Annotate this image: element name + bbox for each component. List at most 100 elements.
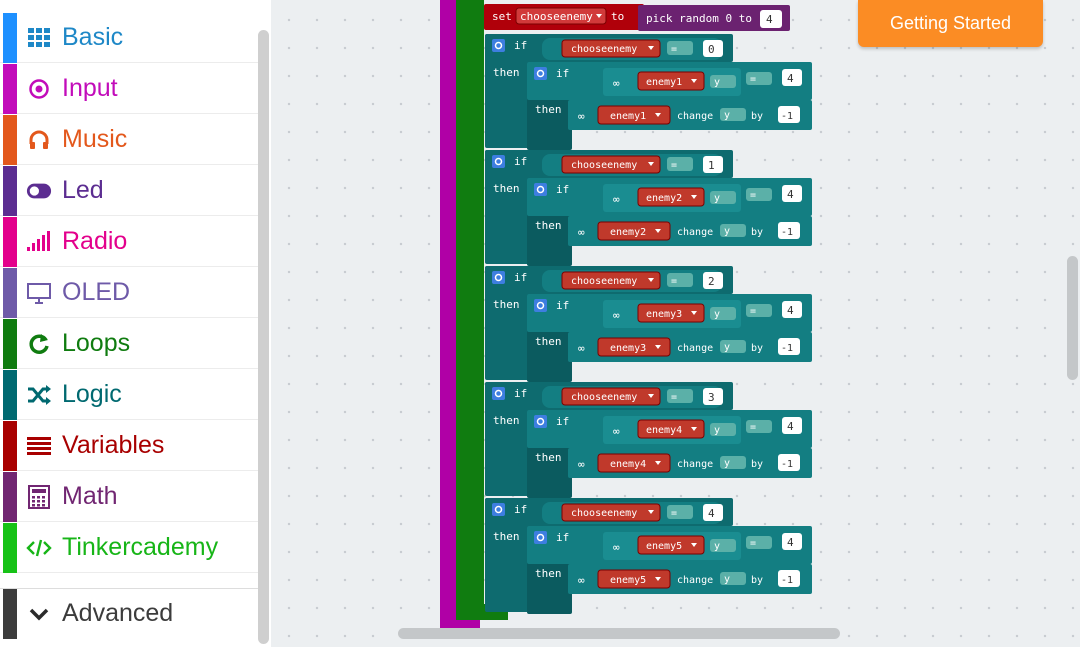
sprite-name: enemy4 — [646, 425, 682, 436]
blocks-workspace[interactable]: set chooseenemy to pick random 0 to 4 if choos… — [271, 0, 1080, 647]
then-keyword: then — [493, 414, 520, 427]
toolbox-category-basic[interactable]: Basic — [0, 13, 258, 63]
toolbox-category-input[interactable]: Input — [0, 64, 258, 114]
nested-if-block[interactable]: if∞ enemy4 y = 4then∞ enemy4 change y by -1 — [527, 410, 812, 498]
toolbox-category-math[interactable]: Math — [0, 472, 258, 522]
branch-index-value: 0 — [708, 43, 715, 56]
gear-icon[interactable] — [492, 271, 505, 284]
gear-icon[interactable] — [534, 183, 547, 196]
toolbox-category-tinkercademy[interactable]: Tinkercademy — [0, 523, 258, 573]
nested-if-block[interactable]: if∞ enemy2 y = 4then∞ enemy2 change y by -1 — [527, 178, 812, 266]
variable-name: chooseenemy — [520, 10, 593, 23]
toolbox-advanced[interactable]: Advanced — [0, 588, 258, 639]
shuffle-icon — [26, 383, 52, 407]
link-icon: ∞ — [613, 193, 620, 206]
by-keyword: by — [751, 111, 763, 122]
delta-value: -1 — [781, 459, 793, 470]
toolbox-category-label: Basic — [62, 23, 124, 51]
nested-if-block[interactable]: if∞ enemy3 y = 4then∞ enemy3 change y by -1 — [527, 294, 812, 382]
axis-label: y — [714, 541, 720, 552]
if-block[interactable]: if chooseenemy = 3 then if ∞ enemy4 y = 4 then ∞ enem… — [485, 382, 812, 498]
axis-label: y — [714, 425, 720, 436]
outer-event-block[interactable] — [440, 0, 456, 628]
by-keyword: by — [751, 227, 763, 238]
gear-icon[interactable] — [534, 299, 547, 312]
workspace-horizontal-scrollbar[interactable] — [398, 628, 840, 639]
sprite-name: enemy3 — [610, 343, 646, 354]
toolbox-category-led[interactable]: Led — [0, 166, 258, 216]
then-keyword: then — [493, 530, 520, 543]
code-icon — [26, 536, 52, 560]
category-color-bar — [3, 589, 17, 639]
sprite-name: enemy3 — [646, 309, 682, 320]
loop-block[interactable] — [456, 0, 484, 620]
axis-label: y — [724, 110, 730, 121]
set-keyword: set — [492, 10, 512, 23]
if-block[interactable]: if chooseenemy = 0 then if ∞ enemy1 y = 4 then ∞ enem… — [485, 34, 812, 150]
radio-target-icon — [26, 77, 52, 101]
change-by-block[interactable]: ∞ enemy3 change y by -1 — [568, 332, 812, 362]
by-keyword: by — [751, 343, 763, 354]
sprite-name: enemy2 — [646, 193, 682, 204]
change-keyword: change — [677, 227, 713, 238]
eq-operator: = — [750, 306, 756, 317]
threshold-value: 4 — [787, 420, 794, 433]
workspace-vertical-scrollbar[interactable] — [1067, 256, 1078, 380]
axis-label: y — [724, 342, 730, 353]
toolbox-category-label: Radio — [62, 227, 128, 255]
delta-value: -1 — [781, 343, 793, 354]
block-program[interactable]: set chooseenemy to pick random 0 to 4 if choos… — [271, 0, 1080, 647]
toolbox-category-radio[interactable]: Radio — [0, 217, 258, 267]
change-by-block[interactable]: ∞ enemy5 change y by -1 — [568, 564, 812, 594]
gear-icon[interactable] — [492, 155, 505, 168]
if-keyword: if — [556, 183, 569, 196]
axis-label: y — [724, 458, 730, 469]
if-block[interactable]: if chooseenemy = 1 then if ∞ enemy2 y = 4 then ∞ enem… — [485, 150, 812, 266]
branch-index-value: 2 — [708, 275, 715, 288]
category-color-bar — [3, 523, 17, 573]
if-keyword: if — [514, 387, 527, 400]
toolbox-category-loops[interactable]: Loops — [0, 319, 258, 369]
link-icon: ∞ — [578, 458, 585, 471]
gear-icon[interactable] — [534, 67, 547, 80]
if-keyword: if — [556, 67, 569, 80]
axis-label: y — [714, 309, 720, 320]
toolbox-category-label: Logic — [62, 380, 122, 408]
toolbox-category-music[interactable]: Music — [0, 115, 258, 165]
toolbox-scrollbar[interactable] — [258, 30, 269, 644]
if-block[interactable]: if chooseenemy = 2 then if ∞ enemy3 y = 4 then ∞ enem… — [485, 266, 812, 382]
gear-icon[interactable] — [534, 415, 547, 428]
axis-label: y — [714, 193, 720, 204]
if-keyword: if — [514, 39, 527, 52]
set-variable-block[interactable]: set chooseenemy to — [484, 4, 644, 30]
axis-label: y — [714, 77, 720, 88]
nested-if-block[interactable]: if∞ enemy5 y = 4then∞ enemy5 change y by -1 — [527, 526, 812, 614]
sprite-name: enemy4 — [610, 459, 646, 470]
change-keyword: change — [677, 459, 713, 470]
delta-value: -1 — [781, 227, 793, 238]
threshold-value: 4 — [787, 72, 794, 85]
change-by-block[interactable]: ∞ enemy1 change y by -1 — [568, 100, 812, 130]
threshold-value: 4 — [787, 304, 794, 317]
gear-icon[interactable] — [492, 39, 505, 52]
pick-random-block[interactable]: pick random 0 to 4 — [638, 5, 790, 31]
then-keyword: then — [535, 451, 562, 464]
change-by-block[interactable]: ∞ enemy2 change y by -1 — [568, 216, 812, 246]
category-color-bar — [3, 421, 17, 471]
if-block[interactable]: if chooseenemy = 4 then if ∞ enemy5 y = 4 then ∞ enem… — [485, 498, 812, 614]
getting-started-button[interactable]: Getting Started — [858, 0, 1043, 47]
toolbox-category-label: Music — [62, 125, 128, 153]
gear-icon[interactable] — [492, 387, 505, 400]
grid-icon — [26, 26, 52, 50]
gear-icon[interactable] — [534, 531, 547, 544]
toolbox-category-oled[interactable]: OLED — [0, 268, 258, 318]
change-keyword: change — [677, 575, 713, 586]
change-by-block[interactable]: ∞ enemy4 change y by -1 — [568, 448, 812, 478]
toolbox-category-logic[interactable]: Logic — [0, 370, 258, 420]
toolbox-category-label: Input — [62, 74, 118, 102]
toolbox-category-variables[interactable]: Variables — [0, 421, 258, 471]
random-max-value: 4 — [766, 13, 773, 26]
by-keyword: by — [751, 575, 763, 586]
gear-icon[interactable] — [492, 503, 505, 516]
nested-if-block[interactable]: if∞ enemy1 y = 4then∞ enemy1 change y by -1 — [527, 62, 812, 150]
